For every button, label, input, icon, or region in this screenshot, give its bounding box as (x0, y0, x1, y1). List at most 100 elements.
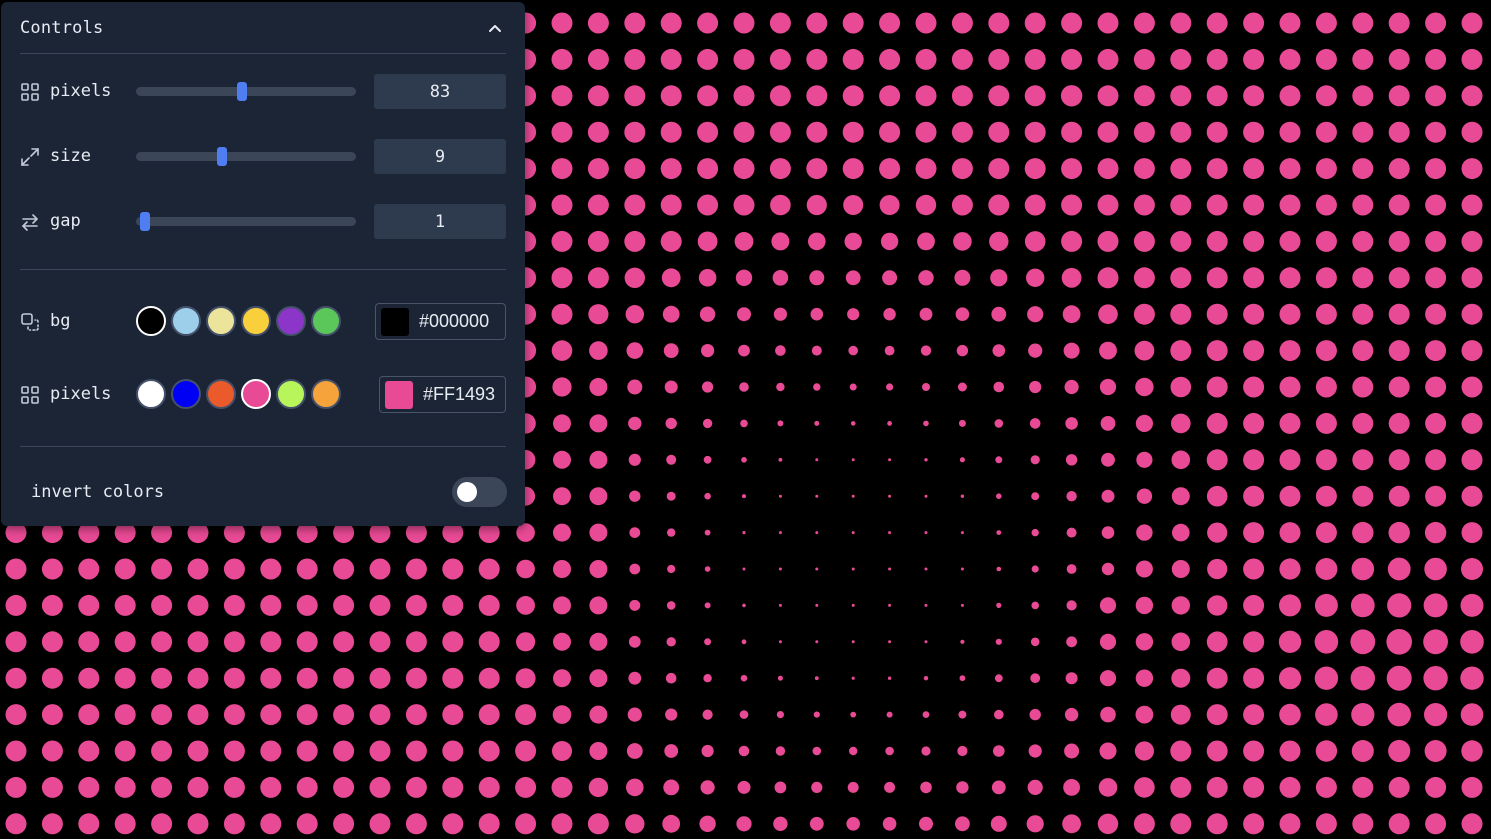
halftone-dot (1388, 85, 1410, 107)
size-slider-thumb[interactable] (216, 147, 227, 166)
pixels-swatch[interactable] (241, 379, 271, 409)
gap-slider[interactable] (136, 212, 356, 231)
halftone-dot (924, 458, 928, 462)
halftone-dot (1388, 776, 1410, 798)
halftone-dot (442, 776, 464, 798)
halftone-dot (1315, 194, 1337, 216)
halftone-dot (988, 121, 1010, 143)
halftone-dot (553, 560, 571, 578)
bg-swatch[interactable] (206, 306, 236, 336)
halftone-dot (296, 594, 318, 616)
halftone-dot (915, 194, 937, 216)
halftone-dot (628, 453, 641, 466)
pixels-value-input[interactable]: 83 (374, 74, 506, 109)
halftone-dot (771, 232, 790, 251)
halftone-dot (626, 342, 644, 359)
halftone-dot (624, 48, 646, 70)
halftone-dot (808, 232, 826, 251)
halftone-dot (951, 48, 973, 70)
halftone-dot (1135, 596, 1154, 615)
gap-value-input[interactable]: 1 (374, 204, 506, 239)
halftone-dot (918, 270, 934, 286)
chevron-up-icon[interactable] (484, 17, 506, 39)
controls-panel: Controls pixels 83 size 9 gap 1 bg #0000… (1, 2, 525, 526)
halftone-dot (1243, 631, 1265, 653)
halftone-dot (114, 558, 136, 580)
halftone-dot (187, 813, 209, 835)
divider (20, 269, 506, 270)
pixels-slider[interactable] (136, 82, 356, 101)
halftone-dot (842, 12, 864, 34)
halftone-dot (664, 744, 679, 758)
size-value-input[interactable]: 9 (374, 139, 506, 174)
halftone-dot (742, 531, 746, 535)
halftone-dot (478, 594, 500, 616)
halftone-dot (587, 267, 609, 289)
halftone-dot (1243, 412, 1265, 434)
halftone-dot (1170, 12, 1192, 34)
invert-colors-toggle[interactable] (452, 477, 507, 507)
halftone-dot (515, 776, 537, 798)
halftone-dot (223, 631, 245, 653)
bg-swatch[interactable] (171, 306, 201, 336)
halftone-dot (1279, 121, 1301, 143)
halftone-dot (1314, 666, 1339, 690)
halftone-dot (1061, 158, 1083, 180)
halftone-dot (552, 741, 572, 761)
pixels-swatch[interactable] (206, 379, 236, 409)
pixels-swatch[interactable] (171, 379, 201, 409)
halftone-dot (848, 345, 858, 356)
size-slider[interactable] (136, 147, 356, 166)
halftone-dot (1101, 562, 1115, 576)
halftone-dot (879, 195, 900, 215)
bg-swatch[interactable] (136, 306, 166, 336)
halftone-dot (1066, 600, 1077, 611)
halftone-dot (851, 567, 855, 571)
pixels-slider-thumb[interactable] (236, 82, 247, 101)
halftone-dot (738, 745, 750, 757)
halftone-dot (624, 267, 645, 288)
pixels-color-picker[interactable]: #FF1493 (379, 376, 506, 413)
bg-swatch[interactable] (241, 306, 271, 336)
pixels-swatch[interactable] (276, 379, 306, 409)
halftone-dot (1461, 522, 1483, 544)
halftone-dot (1315, 12, 1337, 34)
halftone-dot (1352, 12, 1374, 34)
halftone-dot (1387, 593, 1412, 618)
pixels-color-chip (385, 380, 413, 409)
halftone-dot (114, 776, 136, 798)
bg-swatch[interactable] (311, 306, 341, 336)
halftone-dot (815, 494, 819, 498)
halftone-dot (187, 667, 209, 689)
halftone-dot (1135, 377, 1154, 397)
halftone-dot (1066, 527, 1077, 538)
halftone-dot (5, 594, 27, 616)
gap-slider-thumb[interactable] (139, 212, 150, 231)
halftone-dot (1026, 268, 1045, 287)
pixels-swatch[interactable] (136, 379, 166, 409)
pixels-swatch[interactable] (311, 379, 341, 409)
halftone-dot (405, 740, 427, 762)
halftone-dot (1279, 48, 1301, 70)
halftone-dot (114, 594, 136, 616)
halftone-dot (957, 382, 967, 392)
halftone-dot (703, 455, 712, 464)
halftone-dot (1206, 740, 1228, 762)
halftone-dot (589, 487, 608, 506)
halftone-dot (1030, 455, 1040, 465)
halftone-dot (551, 230, 573, 252)
halftone-dot (1098, 304, 1118, 325)
halftone-dot (1315, 740, 1338, 762)
halftone-dot (515, 813, 537, 835)
bg-swatch[interactable] (276, 306, 306, 336)
controls-header[interactable]: Controls (20, 2, 506, 54)
halftone-dot (587, 12, 609, 34)
halftone-dot (1279, 376, 1301, 398)
halftone-dot (1243, 48, 1265, 70)
halftone-dot (660, 194, 682, 216)
halftone-dot (851, 603, 855, 607)
halftone-dot (1098, 778, 1118, 797)
bg-color-picker[interactable]: #000000 (375, 303, 506, 340)
halftone-dot (260, 558, 282, 580)
halftone-dot (1024, 85, 1046, 107)
